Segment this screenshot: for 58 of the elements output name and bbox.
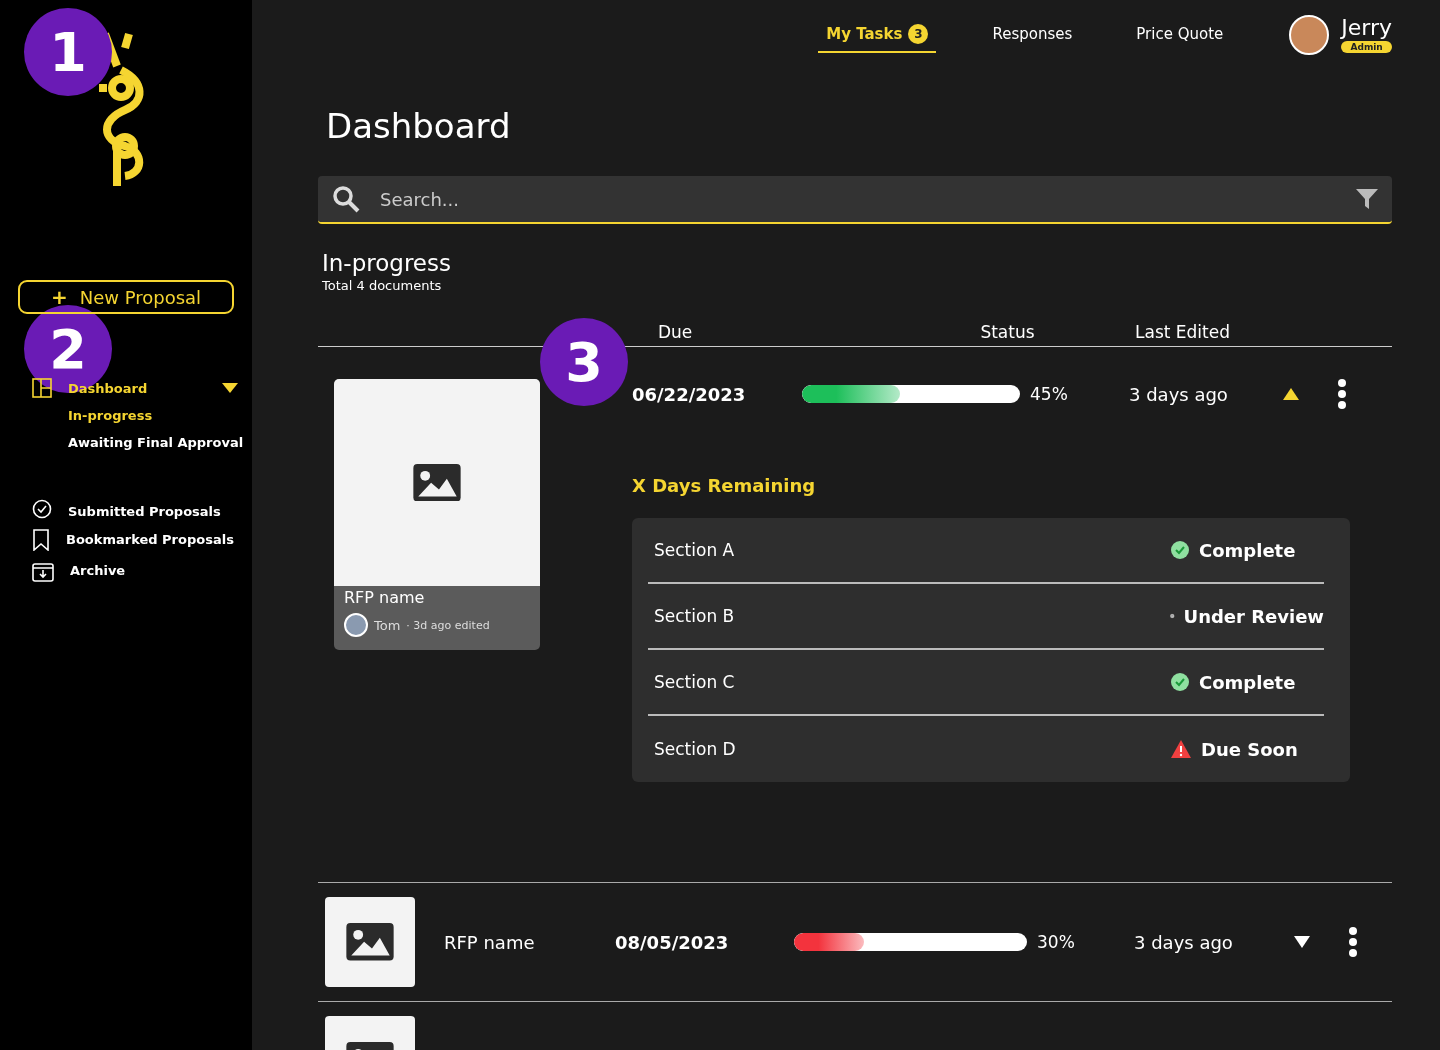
image-icon <box>413 463 461 502</box>
author-name: Tom <box>374 617 401 633</box>
section-status: Due Soon <box>1201 738 1298 760</box>
column-header: Last Edited <box>1135 322 1231 342</box>
search-icon <box>332 185 360 213</box>
last-edited: 3 days ago <box>1134 931 1234 953</box>
nav-tab[interactable]: Responses <box>984 17 1081 53</box>
search-bar[interactable]: Search... <box>318 176 1392 224</box>
more-icon[interactable] <box>1348 927 1358 957</box>
nav-tab[interactable]: My Tasks 3 <box>818 17 937 53</box>
progress-percent: 45% <box>1029 384 1069 404</box>
document-card[interactable]: RFP name Tom · 3d ago edited <box>334 379 540 650</box>
step-callout: 3 <box>540 318 628 406</box>
document-name: RFP name <box>444 931 536 953</box>
sidebar-item[interactable]: Archive <box>32 555 238 586</box>
search-field[interactable]: Search... <box>378 187 1338 211</box>
sidebar-subitem[interactable]: In-progress <box>32 402 252 429</box>
section-status: Complete <box>1199 539 1296 561</box>
section-name: Section B <box>654 606 735 626</box>
due-date: 06/22/2023 <box>632 383 747 405</box>
sidebar-subitem[interactable]: Awaiting Final Approval <box>32 429 252 456</box>
sidebar-item[interactable]: Bookmarked Proposals <box>32 524 238 555</box>
due-date: 08/05/2023 <box>615 931 730 953</box>
section-name: Section A <box>654 540 735 560</box>
progress-percent: 30% <box>1036 932 1076 952</box>
section-name: Section D <box>654 739 736 759</box>
expand-caret-icon[interactable] <box>1293 935 1311 949</box>
layout-icon <box>32 378 52 398</box>
page-title: Dashboard <box>326 106 512 146</box>
document-thumbnail[interactable] <box>325 897 415 987</box>
warning-icon <box>1170 739 1192 759</box>
check-circle-icon <box>1170 672 1190 692</box>
check-circle-icon <box>32 499 52 519</box>
section-subtitle: Total 4 documents <box>322 278 443 293</box>
section-title: In-progress <box>322 250 452 276</box>
column-header: Due <box>658 322 694 342</box>
avatar[interactable] <box>1289 15 1330 55</box>
last-edited: 3 days ago <box>1129 383 1229 405</box>
bookmark-icon <box>32 528 50 551</box>
edited-time: · 3d ago edited <box>406 618 490 632</box>
sidebar-item[interactable]: Submitted Proposals <box>32 456 238 524</box>
more-icon[interactable] <box>1337 379 1347 409</box>
document-name: RFP name <box>343 587 426 607</box>
section-status: Under Review <box>1183 605 1324 627</box>
count-badge: 3 <box>908 24 929 44</box>
column-header: Status <box>979 322 1036 342</box>
user-name: Jerry <box>1341 17 1392 39</box>
section-name: Section C <box>654 672 735 692</box>
avatar <box>344 613 368 637</box>
image-icon <box>346 923 394 961</box>
section-status: Complete <box>1199 671 1296 693</box>
filter-icon[interactable] <box>1356 188 1378 210</box>
days-remaining: X Days Remaining <box>632 475 817 496</box>
caret-down-icon[interactable] <box>222 382 238 394</box>
role-badge: Admin <box>1341 41 1392 53</box>
collapse-caret-icon[interactable] <box>1282 387 1300 401</box>
check-circle-icon <box>1170 540 1190 560</box>
nav-tab[interactable]: Price Quote <box>1128 17 1232 53</box>
